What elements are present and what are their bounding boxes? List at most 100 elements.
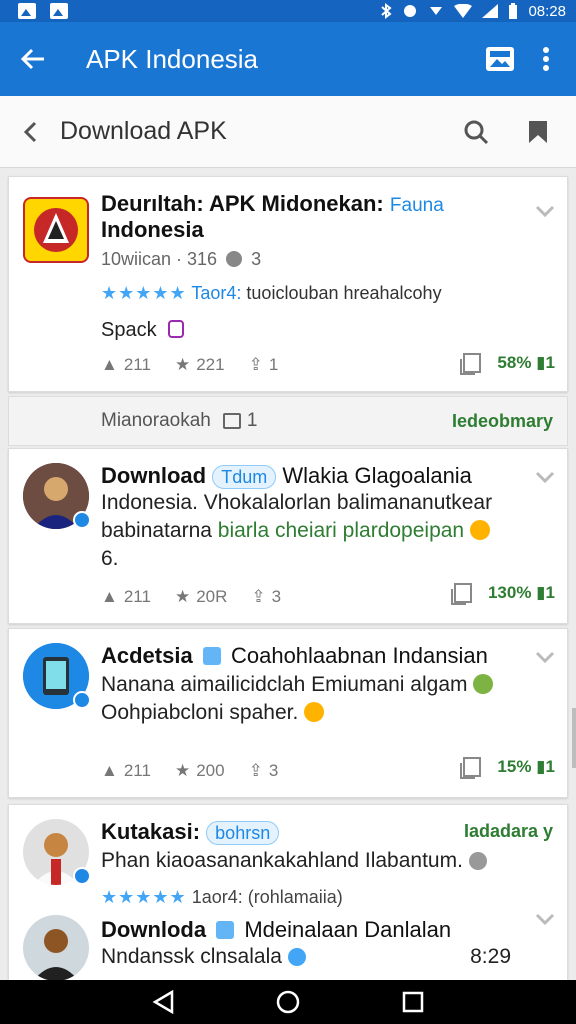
post-logo <box>23 197 89 263</box>
post-time: 8:29 <box>470 945 511 968</box>
share-icon[interactable]: ⇪ <box>249 761 263 781</box>
post-title-line2: Indonesia <box>101 217 204 242</box>
post-right-tag: Iadadara y <box>463 821 553 841</box>
signal-icon <box>482 4 499 18</box>
post-line3: Oohpiabcloni spaher. <box>101 701 299 724</box>
post-feed: Deurıltah: APK Midonekan: Fauna Indonesi… <box>0 168 576 980</box>
post-meta: 10wiican · 316 <box>101 249 218 269</box>
globe-icon <box>226 251 243 267</box>
rating-tag: Taor4: <box>191 283 242 303</box>
app-bar: APK Indonesia <box>0 22 576 96</box>
post-title: Acdetsia <box>101 643 193 668</box>
like-icon[interactable]: ▲ <box>101 587 118 607</box>
post-meta-count: 3 <box>251 249 262 269</box>
chevron-down-icon[interactable] <box>535 651 555 665</box>
info-icon <box>287 948 306 966</box>
post-card[interactable]: Acdetsia Coahohlaabnan Indansian Nanana … <box>8 628 568 798</box>
back-arrow-icon[interactable] <box>18 39 48 79</box>
post-card[interactable]: Deurıltah: APK Midonekan: Fauna Indonesi… <box>8 176 568 392</box>
alarm-icon <box>404 5 417 17</box>
app-title: APK Indonesia <box>86 43 259 74</box>
fav-count: 221 <box>196 355 225 374</box>
sticker-icon <box>168 320 185 338</box>
rating-stars: ★★★★★ <box>101 887 187 907</box>
rating-text: tuoiclouban hreahalcohy <box>246 283 442 303</box>
gallery-notification-icon <box>18 3 36 19</box>
like-icon[interactable]: ▲ <box>101 355 118 375</box>
status-time: 08:28 <box>528 2 566 20</box>
section-divider[interactable]: Mianoraokah 1 Iedeobmary <box>8 396 568 446</box>
bookmark-icon[interactable] <box>518 112 558 152</box>
battery-icon <box>509 3 518 19</box>
emoji-icon <box>469 520 490 540</box>
post-title-rest: Coahohlaabnan Indansian <box>230 643 488 668</box>
plus-badge-icon <box>202 647 221 665</box>
like-icon[interactable]: ▲ <box>101 761 118 781</box>
status-bar: 08:28 <box>0 0 576 22</box>
gallery-icon[interactable] <box>480 39 520 79</box>
divider-count: 1 <box>246 410 258 431</box>
post-percent-count: 1 <box>545 583 555 602</box>
post-title: Kutakasi: <box>101 819 201 844</box>
emoji-icon <box>473 674 494 694</box>
divider-right: Iedeobmary <box>451 410 553 431</box>
wifi-icon <box>454 4 473 18</box>
like-count: 211 <box>123 355 151 374</box>
share-icon[interactable]: ⇪ <box>249 355 263 375</box>
like-count: 211 <box>123 761 151 780</box>
plus-badge-icon <box>216 921 235 939</box>
post-line4: 6. <box>101 547 119 570</box>
verified-badge <box>73 511 91 529</box>
post-percent-count: 1 <box>545 757 555 776</box>
home-nav-icon[interactable] <box>268 982 308 1022</box>
copy-icon[interactable] <box>450 581 474 605</box>
scrollbar[interactable] <box>572 708 576 768</box>
sub-toolbar: Download APK <box>0 96 576 168</box>
back-nav-icon[interactable] <box>143 982 183 1022</box>
system-nav-bar <box>0 980 576 1024</box>
rating-text: 1aor4: (rohlamaiia) <box>191 887 343 907</box>
post-card[interactable]: Kutakasi: bohrsn Iadadara y Phan kiaoasa… <box>8 804 568 980</box>
share-count: 1 <box>268 355 279 374</box>
star-icon[interactable]: ★ <box>175 761 190 781</box>
emoji-icon <box>304 702 325 722</box>
fav-count: 20R <box>196 587 228 606</box>
post-title: Deurıltah: APK Midonekan: <box>101 191 384 216</box>
post-extra: Spack <box>101 319 157 341</box>
search-icon[interactable] <box>456 112 496 152</box>
post-line3-b: biarla cheiari plardopeipan <box>217 519 465 542</box>
star-icon[interactable]: ★ <box>175 587 190 607</box>
verified-badge <box>73 691 91 709</box>
post-title-rest: Wlakia Glagoalania <box>282 463 472 488</box>
post-title-tag: Fauna <box>389 195 444 216</box>
like-count: 211 <box>123 587 151 606</box>
post-title-tag: Tdum <box>212 465 277 489</box>
post-card[interactable]: Download Tdum Wlakia Glagoalania Indones… <box>8 448 568 624</box>
chevron-down-icon[interactable] <box>535 471 555 485</box>
post-percent: 130% <box>487 583 532 602</box>
copy-icon[interactable] <box>459 351 483 375</box>
post-percent: 15% <box>497 757 532 776</box>
recents-nav-icon[interactable] <box>393 982 433 1022</box>
post-title2-rest: Mdeinalaan Danlalan <box>244 917 452 942</box>
post-percent-count: 1 <box>545 353 555 372</box>
chevron-down-icon[interactable] <box>535 205 555 219</box>
post-line2: Indonesia. Vhokalalorlan balimananutkear <box>101 491 493 514</box>
image-notification-icon <box>50 3 68 19</box>
star-icon[interactable]: ★ <box>175 355 190 375</box>
post-line2: Nanana aimailicidclah Emiumani algam <box>101 673 468 696</box>
chevron-left-icon[interactable] <box>18 112 42 152</box>
verified-badge <box>73 867 91 885</box>
share-count: 3 <box>271 587 282 606</box>
chevron-down-icon[interactable] <box>535 913 555 927</box>
copy-icon[interactable] <box>459 755 483 779</box>
overflow-menu-icon[interactable] <box>534 39 558 79</box>
divider-label: Mianoraokah <box>101 410 211 431</box>
bluetooth-icon <box>381 3 393 19</box>
share-icon[interactable]: ⇪ <box>251 587 265 607</box>
post-line3: Nndanssk clnsalala <box>101 945 282 968</box>
rating-stars: ★★★★★ <box>101 283 187 303</box>
post-title-2: Downloda <box>101 917 207 942</box>
post-line3-a: babinatarna <box>101 519 212 542</box>
sub-title: Download APK <box>60 117 227 145</box>
